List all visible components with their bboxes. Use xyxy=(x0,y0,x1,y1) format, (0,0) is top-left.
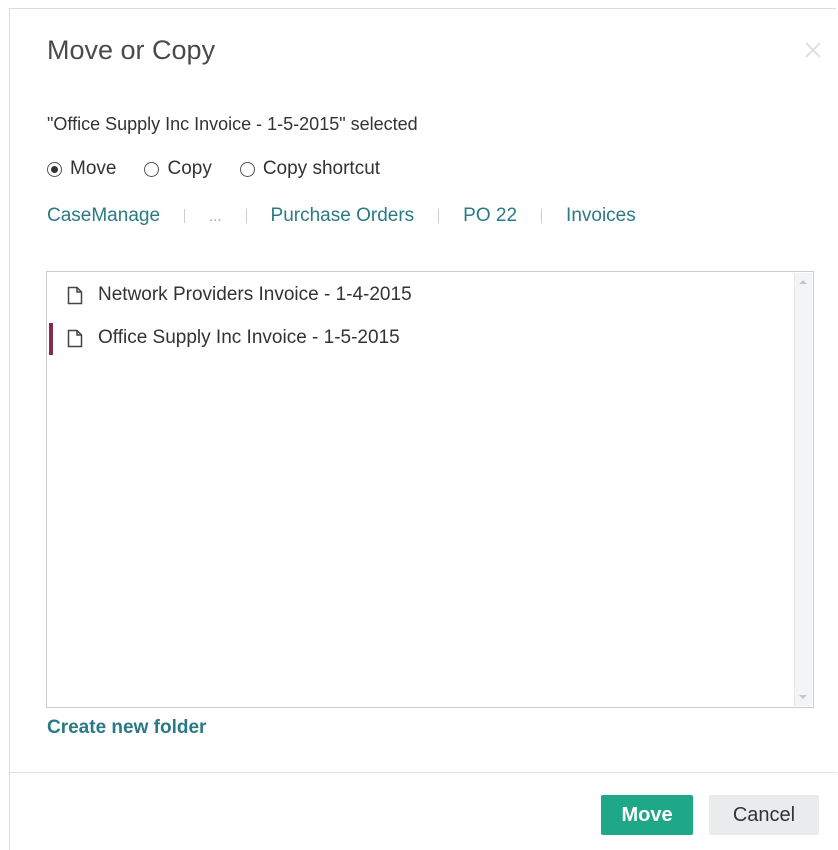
radio-label: Move xyxy=(70,158,117,179)
cancel-button[interactable]: Cancel xyxy=(709,795,819,835)
file-name: Office Supply Inc Invoice - 1-5-2015 xyxy=(98,327,400,348)
document-icon xyxy=(67,286,83,304)
breadcrumb: CaseManage ... Purchase Orders PO 22 Inv… xyxy=(47,205,636,227)
radio-copy-shortcut[interactable]: Copy shortcut xyxy=(239,158,381,180)
breadcrumb-separator xyxy=(438,209,440,223)
radio-checked-icon[interactable] xyxy=(47,161,62,177)
file-list[interactable]: Network Providers Invoice - 1-4-2015 Off… xyxy=(46,271,814,708)
radio-unchecked-icon[interactable] xyxy=(144,161,160,177)
create-new-folder-link[interactable]: Create new folder xyxy=(47,717,206,739)
breadcrumb-item[interactable]: CaseManage xyxy=(47,205,160,227)
move-or-copy-dialog: Move or Copy "Office Supply Inc Invoice … xyxy=(9,8,837,850)
list-item-selected[interactable]: Office Supply Inc Invoice - 1-5-2015 xyxy=(47,321,792,355)
vertical-scrollbar[interactable] xyxy=(794,273,812,706)
breadcrumb-item[interactable]: Purchase Orders xyxy=(271,205,415,227)
breadcrumb-item-current[interactable]: Invoices xyxy=(566,205,636,227)
scroll-down-icon[interactable] xyxy=(799,695,807,699)
dialog-title: Move or Copy xyxy=(47,35,216,65)
breadcrumb-separator xyxy=(184,209,186,223)
radio-copy[interactable]: Copy xyxy=(144,158,212,180)
operation-radio-group: Move Copy Copy shortcut xyxy=(47,158,408,180)
radio-label: Copy xyxy=(167,158,212,179)
breadcrumb-item[interactable]: PO 22 xyxy=(463,205,517,227)
file-name: Network Providers Invoice - 1-4-2015 xyxy=(98,284,412,305)
selected-item-text: "Office Supply Inc Invoice - 1-5-2015" s… xyxy=(47,114,418,134)
close-icon[interactable] xyxy=(800,37,826,63)
footer-divider xyxy=(10,772,837,773)
document-icon xyxy=(67,329,83,347)
list-item[interactable]: Network Providers Invoice - 1-4-2015 xyxy=(47,278,792,312)
radio-label: Copy shortcut xyxy=(262,158,381,179)
scroll-up-icon[interactable] xyxy=(799,280,807,284)
breadcrumb-separator xyxy=(245,209,247,223)
move-button[interactable]: Move xyxy=(601,795,693,835)
selection-marker xyxy=(49,323,53,355)
breadcrumb-separator xyxy=(541,209,543,223)
radio-move[interactable]: Move xyxy=(47,158,116,180)
radio-unchecked-icon[interactable] xyxy=(239,161,255,177)
breadcrumb-ellipsis[interactable]: ... xyxy=(209,208,222,225)
